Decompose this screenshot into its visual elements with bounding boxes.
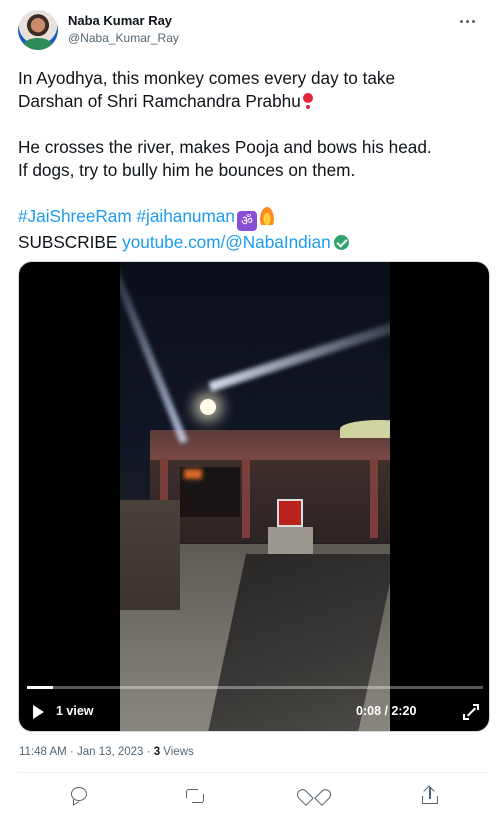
hashtag-link[interactable]: #jaihanuman (136, 206, 234, 226)
fullscreen-icon[interactable] (463, 704, 479, 720)
tweet-line: If dogs, try to bully him he bounces on … (18, 160, 356, 180)
play-icon[interactable] (33, 705, 44, 719)
video-time: 0:08 / 2:20 (356, 704, 417, 718)
hashtag-line: #JaiShreeRam #jaihanuman ॐ (18, 205, 488, 231)
om-emoji-icon: ॐ (236, 211, 257, 231)
avatar[interactable] (18, 10, 58, 50)
views-label: Views (160, 746, 194, 758)
tweet-paragraph-3: #JaiShreeRam #jaihanuman ॐ SUBSCRIBE yout… (18, 205, 488, 254)
tweet-card: Naba Kumar Ray @Naba_Kumar_Ray In Ayodhy… (0, 0, 498, 818)
tweet-timestamp[interactable]: 11:48 AM · Jan 13, 2023 · (19, 746, 154, 758)
tweet-line: Darshan of Shri Ramchandra Prabhu (18, 91, 301, 111)
author-handle[interactable]: @Naba_Kumar_Ray (68, 31, 179, 45)
author-name[interactable]: Naba Kumar Ray (68, 13, 172, 28)
reply-icon[interactable] (69, 786, 89, 806)
tweet-paragraph-2: He crosses the river, makes Pooja and bo… (18, 136, 488, 182)
tweet-line-with-emoji: Darshan of Shri Ramchandra Prabhu (18, 90, 488, 113)
fire-emoji-icon (258, 205, 275, 225)
share-icon[interactable] (420, 785, 440, 806)
youtube-link[interactable]: youtube.com/@NabaIndian (122, 232, 331, 252)
subscribe-label: SUBSCRIBE (18, 232, 118, 252)
more-dots-icon[interactable] (456, 10, 478, 32)
subscribe-line: SUBSCRIBE youtube.com/@NabaIndian (18, 231, 488, 254)
tweet-line: In Ayodhya, this monkey comes every day … (18, 68, 396, 88)
hashtag-link[interactable]: #JaiShreeRam (18, 206, 132, 226)
heart-exclamation-emoji-icon (302, 92, 313, 110)
tweet-line: He crosses the river, makes Pooja and bo… (18, 137, 432, 157)
video-player[interactable]: 1 view 0:08 / 2:20 (18, 261, 490, 732)
video-view-count: 1 view (56, 704, 94, 718)
video-frame[interactable] (120, 262, 390, 731)
divider (18, 772, 490, 773)
video-progress-fill (27, 686, 53, 689)
verified-check-icon (333, 235, 349, 250)
video-progress-bar[interactable] (27, 686, 483, 689)
like-icon[interactable] (303, 786, 323, 806)
tweet-paragraph-1: In Ayodhya, this monkey comes every day … (18, 67, 488, 113)
retweet-icon[interactable] (185, 786, 205, 806)
tweet-meta: 11:48 AM · Jan 13, 2023 · 3 Views (19, 746, 194, 758)
